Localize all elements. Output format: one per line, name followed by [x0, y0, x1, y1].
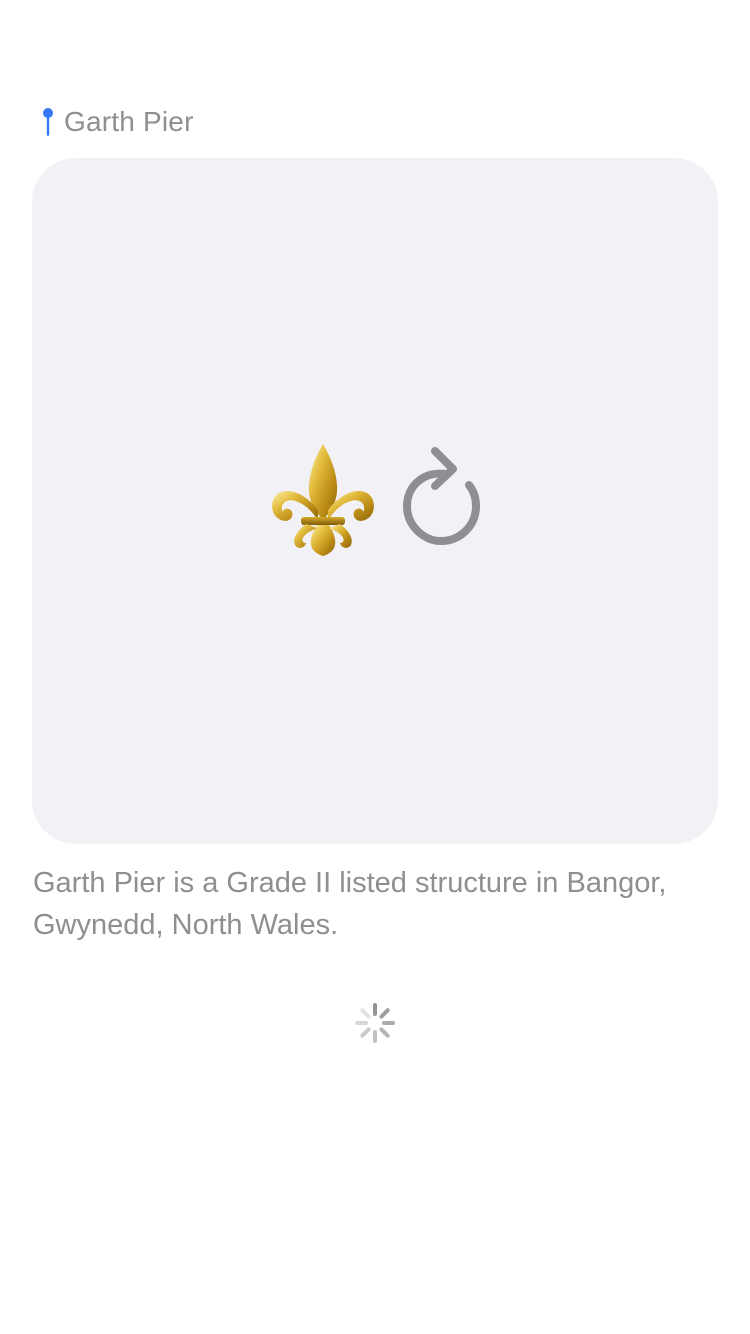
- media-placeholder: [32, 158, 718, 844]
- place-description: Garth Pier is a Grade II listed structur…: [33, 867, 667, 941]
- retry-arrow-icon: [402, 447, 481, 546]
- activity-spinner-icon: [355, 1003, 395, 1043]
- fleur-de-lis-icon: [272, 444, 374, 556]
- map-pin-icon: [43, 108, 53, 136]
- location-name: Garth Pier: [64, 106, 194, 137]
- location-header: Garth Pier: [40, 104, 194, 140]
- media-card: [32, 158, 718, 844]
- retry-button[interactable]: [396, 444, 486, 548]
